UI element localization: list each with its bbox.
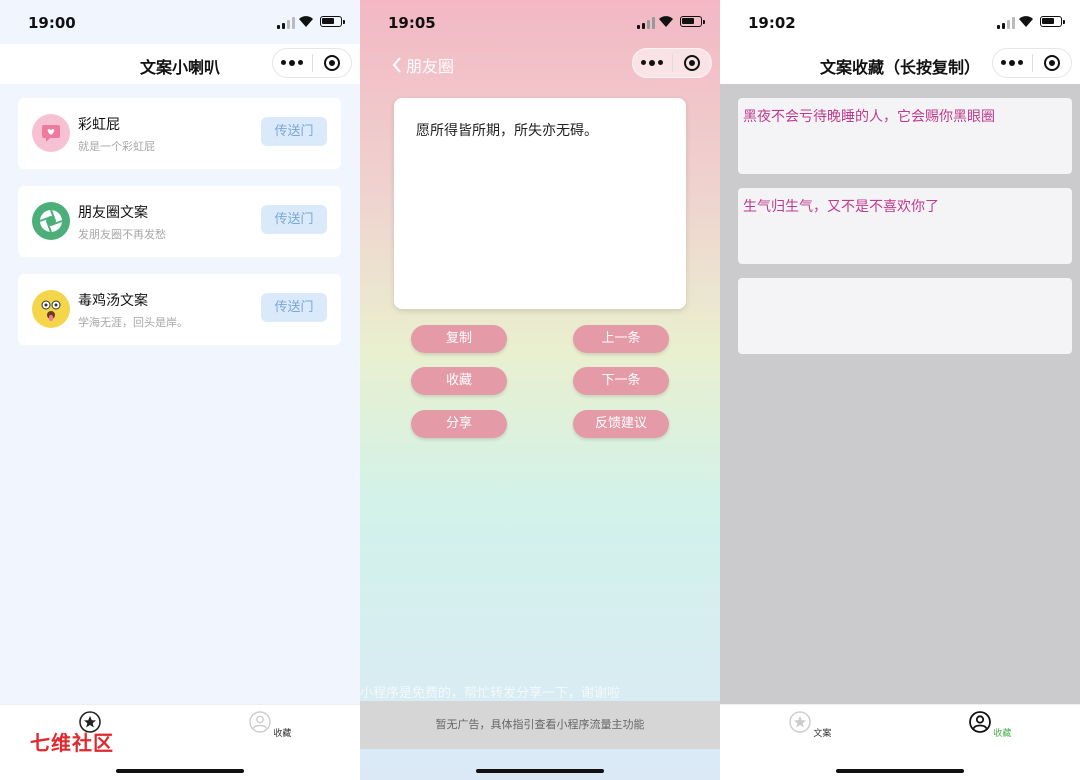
miniprogram-capsule xyxy=(632,48,712,78)
status-time: 19:00 xyxy=(28,14,76,32)
portal-button[interactable]: 传送门 xyxy=(261,293,327,322)
battery-icon xyxy=(680,16,705,27)
home-indicator xyxy=(836,769,964,773)
portal-button[interactable]: 传送门 xyxy=(261,205,327,234)
miniprogram-capsule xyxy=(272,48,352,78)
favorite-item[interactable]: 生气归生气，又不是不喜欢你了 xyxy=(738,188,1072,264)
wifi-icon xyxy=(1019,16,1033,27)
status-time: 19:05 xyxy=(388,14,436,32)
quote-text: 愿所得皆所期，所失亦无碍。 xyxy=(416,123,598,139)
wifi-icon xyxy=(659,16,673,27)
tab-label: 收藏 xyxy=(993,729,1012,739)
battery-icon xyxy=(320,16,345,27)
user-circle-icon xyxy=(248,711,271,733)
status-bar: 19:02 xyxy=(720,0,1080,44)
user-circle-icon xyxy=(968,711,991,733)
miniprogram-capsule xyxy=(992,48,1072,78)
status-time: 19:02 xyxy=(748,14,796,32)
chevron-left-icon xyxy=(392,57,401,73)
watermark-logo: 七维社区 xyxy=(30,731,114,755)
close-miniprogram-icon[interactable] xyxy=(1032,55,1071,71)
feedback-button[interactable]: 反馈建议 xyxy=(573,410,669,438)
aperture-icon xyxy=(32,202,70,240)
heart-chat-icon xyxy=(32,114,70,152)
item-name: 彩虹屁 xyxy=(78,117,120,133)
list-item-moments[interactable]: 朋友圈文案 发朋友圈不再发愁 传送门 xyxy=(18,186,341,257)
funny-face-icon xyxy=(32,290,70,328)
nav-bar: 文案小喇叭 xyxy=(0,44,360,84)
close-miniprogram-icon[interactable] xyxy=(672,55,711,71)
favorite-item[interactable]: 黑夜不会亏待晚睡的人，它会赐你黑眼圈 xyxy=(738,98,1072,174)
tab-favorites[interactable]: 收藏 xyxy=(960,711,1020,739)
quote-card: 愿所得皆所期，所失亦无碍。 xyxy=(394,98,686,309)
home-indicator xyxy=(116,769,244,773)
status-bar: 19:05 xyxy=(360,0,720,44)
nav-bar: 文案收藏（长按复制） xyxy=(720,44,1080,84)
wifi-icon xyxy=(299,16,313,27)
item-desc: 学海无涯，回头是岸。 xyxy=(78,316,188,329)
back-button[interactable]: 朋友圈 xyxy=(392,53,454,77)
tab-label: 收藏 xyxy=(273,729,292,739)
favorite-item[interactable] xyxy=(738,278,1072,354)
star-circle-icon xyxy=(788,711,811,733)
ad-banner: 暂无广告，具体指引查看小程序流量主功能 xyxy=(360,701,720,749)
nav-bar: 朋友圈 xyxy=(360,44,720,84)
status-bar: 19:00 xyxy=(0,0,360,44)
tab-favorites[interactable]: 收藏 xyxy=(240,711,300,739)
tab-copywriting[interactable]: 文案 xyxy=(780,711,840,739)
battery-icon xyxy=(1040,16,1065,27)
signal-icon xyxy=(637,17,655,29)
list-item-rainbow[interactable]: 彩虹屁 就是一个彩虹屁 传送门 xyxy=(18,98,341,169)
signal-icon xyxy=(997,17,1015,29)
phone-screen-moments: 19:05 朋友圈 愿所得皆所期，所失亦无碍。 复制 上一条 收藏 下一条 分享… xyxy=(360,0,720,780)
more-icon[interactable] xyxy=(633,60,672,66)
list-item-poison-soup[interactable]: 毒鸡汤文案 学海无涯，回头是岸。 传送门 xyxy=(18,274,341,345)
phone-screen-home: 19:00 文案小喇叭 彩虹屁 就是一个彩虹屁 传送门 朋友圈文案 发朋友圈不再… xyxy=(0,0,360,780)
close-miniprogram-icon[interactable] xyxy=(312,55,351,71)
item-name: 毒鸡汤文案 xyxy=(78,293,148,309)
phone-screen-favorites: 19:02 文案收藏（长按复制） 黑夜不会亏待晚睡的人，它会赐你黑眼圈 生气归生… xyxy=(720,0,1080,780)
collect-button[interactable]: 收藏 xyxy=(411,367,507,395)
more-icon[interactable] xyxy=(993,60,1032,66)
item-desc: 就是一个彩虹屁 xyxy=(78,140,155,153)
back-label: 朋友圈 xyxy=(406,57,455,76)
item-name: 朋友圈文案 xyxy=(78,205,148,221)
next-button[interactable]: 下一条 xyxy=(573,367,669,395)
share-button[interactable]: 分享 xyxy=(411,410,507,438)
portal-button[interactable]: 传送门 xyxy=(261,117,327,146)
share-hint-text: 小程序是免费的，帮忙转发分享一下，谢谢啦 xyxy=(360,686,621,701)
item-desc: 发朋友圈不再发愁 xyxy=(78,228,166,241)
tab-label: 文案 xyxy=(813,729,832,739)
more-icon[interactable] xyxy=(273,60,312,66)
tab-bar: 文案 收藏 xyxy=(720,704,1080,780)
copy-button[interactable]: 复制 xyxy=(411,325,507,353)
home-indicator xyxy=(476,769,604,773)
signal-icon xyxy=(277,17,295,29)
prev-button[interactable]: 上一条 xyxy=(573,325,669,353)
